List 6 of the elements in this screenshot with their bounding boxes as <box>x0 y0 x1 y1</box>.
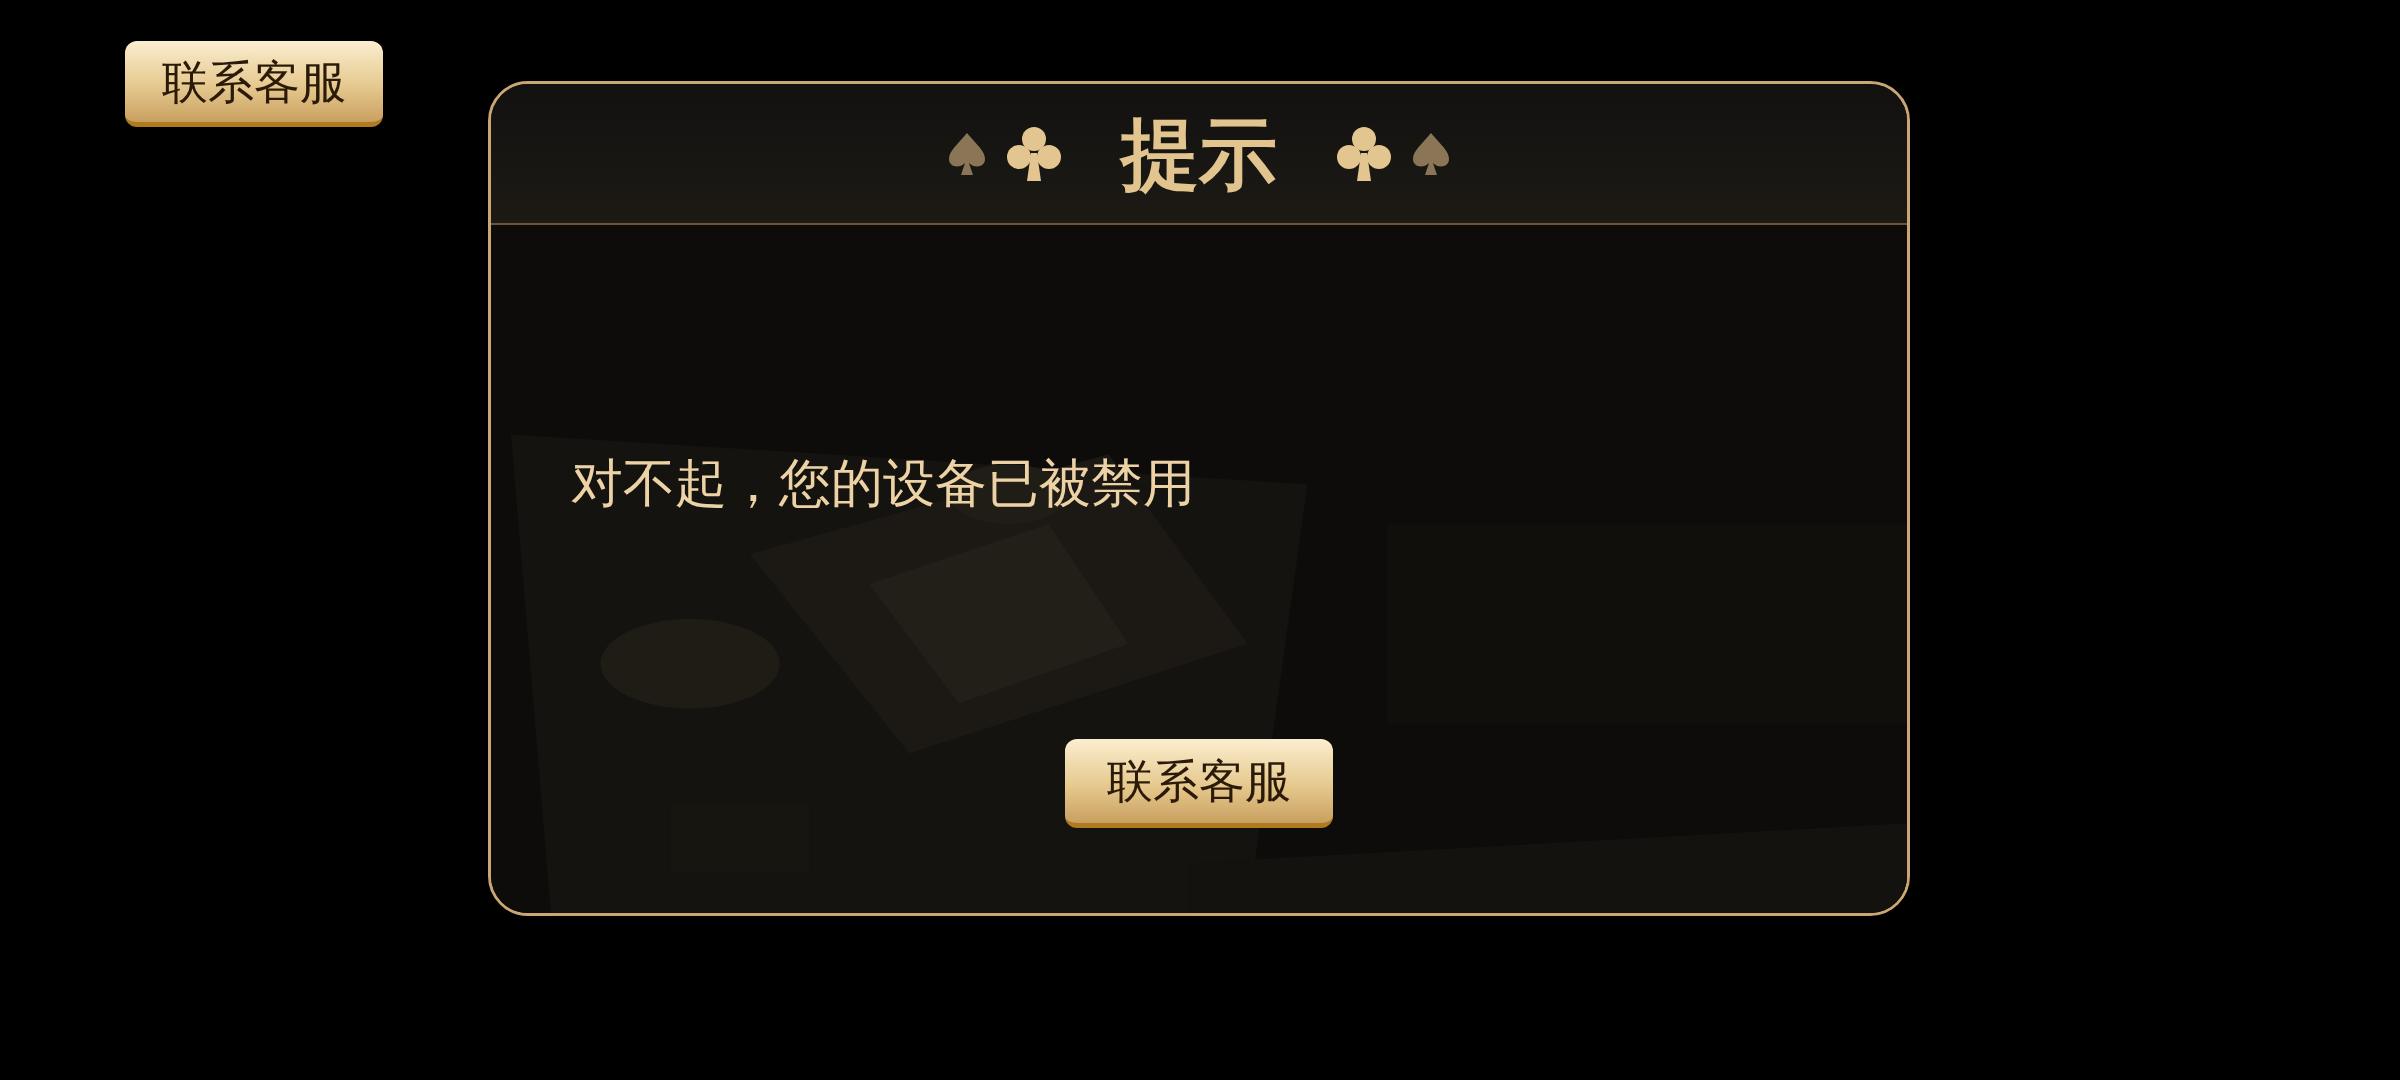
dialog-title: 提示 <box>1121 114 1277 193</box>
club-icon <box>1335 124 1393 183</box>
contact-service-button[interactable]: 联系客服 <box>1065 739 1333 828</box>
club-icon <box>1005 124 1063 183</box>
contact-service-button[interactable]: 联系客服 <box>125 41 383 127</box>
message-text: 对不起，您的设备已被禁用 <box>571 455 1195 513</box>
